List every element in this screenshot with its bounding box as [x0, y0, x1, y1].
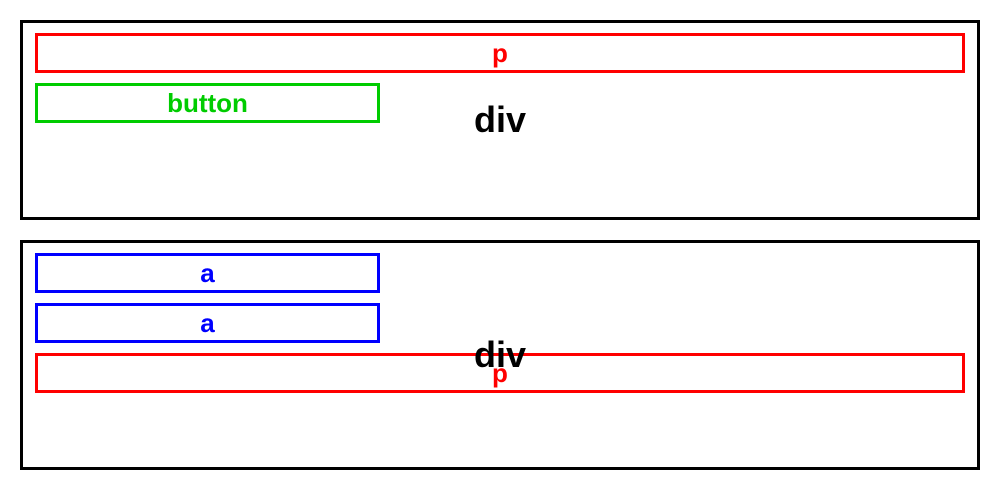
- button-element[interactable]: button: [35, 83, 380, 123]
- a-element-1[interactable]: a: [35, 253, 380, 293]
- a-element-2[interactable]: a: [35, 303, 380, 343]
- div-label-1: div: [474, 99, 526, 141]
- p-element-1: p: [35, 33, 965, 73]
- div-container-1: div p button: [20, 20, 980, 220]
- div-container-2: div a a p: [20, 240, 980, 470]
- div-label-2: div: [474, 334, 526, 376]
